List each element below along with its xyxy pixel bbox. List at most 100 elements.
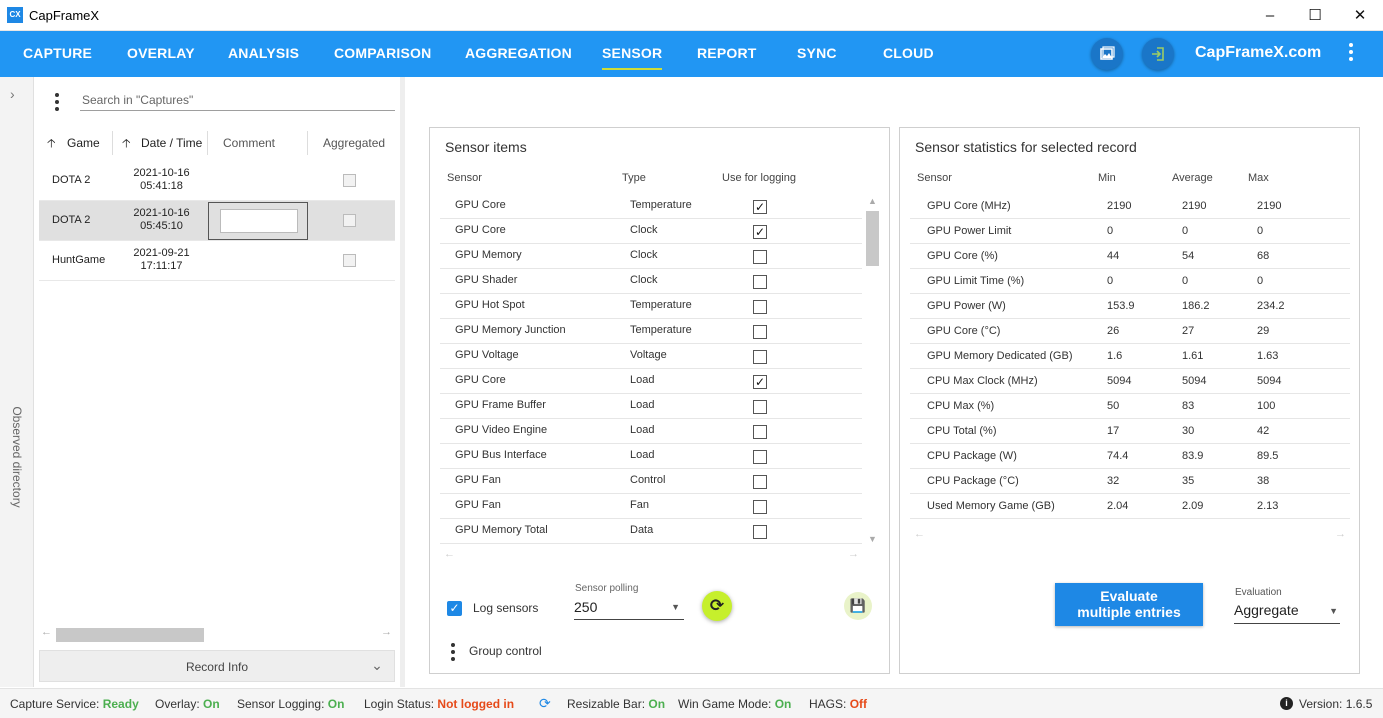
sensor-item-row[interactable]: GPU Video Engine Load [440, 419, 862, 444]
use-for-logging-checkbox[interactable] [753, 350, 767, 364]
statistics-row[interactable]: GPU Core (%) 44 54 68 [910, 244, 1350, 269]
sensor-item-row[interactable]: GPU Core Temperature ✓ [440, 194, 862, 219]
column-aggregated[interactable]: Aggregated [323, 127, 385, 159]
captures-menu-icon[interactable] [54, 93, 60, 111]
sensor-item-row[interactable]: GPU Memory Junction Temperature [440, 319, 862, 344]
use-for-logging-checkbox[interactable] [753, 450, 767, 464]
table-row-selected[interactable]: DOTA 2 2021-10-16 05:45:10 [39, 201, 395, 241]
tab-sensor[interactable]: SENSOR [602, 31, 663, 77]
group-control-menu-icon[interactable] [450, 643, 456, 661]
search-input[interactable] [80, 89, 395, 111]
scrollbar-thumb[interactable] [866, 211, 879, 266]
scroll-left-icon[interactable]: ← [914, 528, 925, 540]
sensor-polling-select[interactable]: 250 ▼ [574, 596, 684, 620]
use-for-logging-checkbox[interactable] [753, 400, 767, 414]
chevron-right-icon[interactable]: › [10, 86, 15, 102]
sensor-item-row[interactable]: GPU Hot Spot Temperature [440, 294, 862, 319]
evaluate-multiple-entries-button[interactable]: Evaluate multiple entries [1055, 583, 1203, 626]
screenshot-button[interactable] [1091, 38, 1123, 70]
sensor-items-vertical-scrollbar[interactable]: ▲ ▼ [865, 196, 881, 546]
use-for-logging-checkbox[interactable] [753, 250, 767, 264]
use-for-logging-checkbox[interactable]: ✓ [753, 225, 767, 239]
statistics-row[interactable]: GPU Power Limit 0 0 0 [910, 219, 1350, 244]
maximize-button[interactable]: ☐ [1295, 4, 1335, 28]
use-for-logging-checkbox[interactable] [753, 300, 767, 314]
group-control-label[interactable]: Group control [469, 644, 542, 658]
use-for-logging-checkbox[interactable] [753, 475, 767, 489]
close-button[interactable]: ✕ [1340, 4, 1380, 28]
use-for-logging-checkbox[interactable] [753, 425, 767, 439]
sensor-item-row[interactable]: GPU Core Clock ✓ [440, 219, 862, 244]
statistics-row[interactable]: CPU Total (%) 17 30 42 [910, 419, 1350, 444]
statistics-row[interactable]: GPU Core (MHz) 2190 2190 2190 [910, 194, 1350, 219]
tab-overlay[interactable]: OVERLAY [127, 31, 195, 77]
statistics-row[interactable]: GPU Power (W) 153.9 186.2 234.2 [910, 294, 1350, 319]
observed-directory-gutter[interactable]: › Observed directory [0, 77, 34, 687]
column-date-time[interactable]: Date / Time [141, 127, 202, 159]
sort-arrow-up-icon[interactable]: 🡡 [122, 127, 131, 159]
comment-input[interactable] [220, 209, 298, 233]
aggregated-checkbox[interactable] [343, 254, 356, 267]
sensor-item-row[interactable]: GPU Core Load ✓ [440, 369, 862, 394]
login-button[interactable] [1142, 38, 1174, 70]
use-for-logging-checkbox[interactable]: ✓ [753, 375, 767, 389]
tab-cloud[interactable]: CLOUD [883, 31, 934, 77]
statistics-row[interactable]: CPU Package (W) 74.4 83.9 89.5 [910, 444, 1350, 469]
statistics-row[interactable]: Used Memory Game (GB) 2.04 2.09 2.13 [910, 494, 1350, 519]
tab-sync[interactable]: SYNC [797, 31, 837, 77]
sensor-item-row[interactable]: GPU Fan Fan [440, 494, 862, 519]
captures-horizontal-scrollbar[interactable]: ← → [39, 626, 395, 644]
sensor-item-row[interactable]: GPU Bus Interface Load [440, 444, 862, 469]
column-game[interactable]: Game [67, 127, 100, 159]
sensor-item-row[interactable]: GPU Fan Control [440, 469, 862, 494]
statistics-row[interactable]: GPU Core (°C) 26 27 29 [910, 319, 1350, 344]
sensor-item-row[interactable]: GPU Memory Total Data [440, 519, 862, 544]
aggregated-checkbox[interactable] [343, 214, 356, 227]
sensor-item-row[interactable]: GPU Frame Buffer Load [440, 394, 862, 419]
comment-cell[interactable] [208, 202, 308, 240]
observed-directory-label[interactable]: Observed directory [3, 377, 31, 537]
statistics-row[interactable]: GPU Limit Time (%) 0 0 0 [910, 269, 1350, 294]
sort-arrow-up-icon[interactable]: 🡡 [47, 127, 56, 159]
scroll-right-icon[interactable]: → [1335, 528, 1346, 540]
refresh-button[interactable]: ⟳ [702, 591, 732, 621]
statistics-row[interactable]: CPU Package (°C) 32 35 38 [910, 469, 1350, 494]
minimize-button[interactable]: – [1250, 4, 1290, 28]
more-menu-icon[interactable] [1343, 43, 1359, 65]
save-button[interactable]: 💾 [844, 592, 872, 620]
sensor-item-row[interactable]: GPU Memory Clock [440, 244, 862, 269]
statistics-row[interactable]: CPU Max Clock (MHz) 5094 5094 5094 [910, 369, 1350, 394]
tab-comparison[interactable]: COMPARISON [334, 31, 431, 77]
scrollbar-thumb[interactable] [56, 628, 204, 642]
statistics-row[interactable]: CPU Max (%) 50 83 100 [910, 394, 1350, 419]
scroll-up-icon[interactable]: ▲ [868, 196, 877, 206]
aggregated-checkbox[interactable] [343, 174, 356, 187]
use-for-logging-checkbox[interactable] [753, 325, 767, 339]
tab-capture[interactable]: CAPTURE [23, 31, 92, 77]
evaluation-select[interactable]: Aggregate ▼ [1234, 600, 1340, 624]
log-sensors-checkbox[interactable]: ✓ [447, 601, 462, 616]
sensor-item-row[interactable]: GPU Shader Clock [440, 269, 862, 294]
scroll-right-icon[interactable]: → [381, 626, 392, 638]
scroll-down-icon[interactable]: ▼ [868, 534, 877, 544]
use-for-logging-checkbox[interactable]: ✓ [753, 200, 767, 214]
tab-analysis[interactable]: ANALYSIS [228, 31, 299, 77]
scroll-left-icon[interactable]: ← [41, 626, 52, 638]
tab-report[interactable]: REPORT [697, 31, 757, 77]
use-for-logging-checkbox[interactable] [753, 275, 767, 289]
website-link[interactable]: CapFrameX.com [1195, 44, 1321, 62]
scroll-left-icon[interactable]: ← [444, 548, 455, 560]
scroll-right-icon[interactable]: → [848, 548, 859, 560]
column-comment[interactable]: Comment [223, 127, 275, 159]
statistics-row[interactable]: GPU Memory Dedicated (GB) 1.6 1.61 1.63 [910, 344, 1350, 369]
use-for-logging-checkbox[interactable] [753, 525, 767, 539]
info-icon[interactable]: i [1280, 697, 1293, 710]
panel-splitter[interactable] [400, 77, 405, 687]
table-row[interactable]: HuntGame 2021-09-21 17:11:17 [39, 241, 395, 281]
refresh-status-icon[interactable]: ⟳ [539, 695, 551, 712]
sensor-item-row[interactable]: GPU Voltage Voltage [440, 344, 862, 369]
table-row[interactable]: DOTA 2 2021-10-16 05:41:18 [39, 161, 395, 201]
tab-aggregation[interactable]: AGGREGATION [465, 31, 572, 77]
use-for-logging-checkbox[interactable] [753, 500, 767, 514]
record-info-expander[interactable]: Record Info ⌄ [39, 650, 395, 682]
